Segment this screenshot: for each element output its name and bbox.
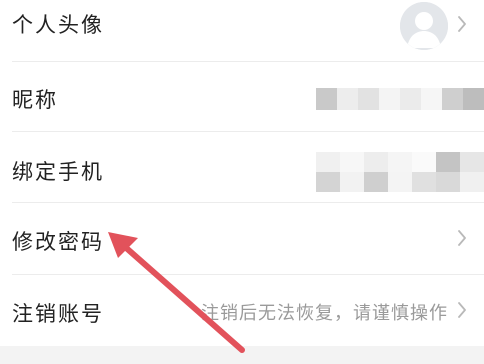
- settings-row-change-password[interactable]: 修改密码: [0, 203, 484, 273]
- delete-account-warning-text: 注销后无法恢复，请谨慎操作: [201, 303, 448, 324]
- settings-row-nickname[interactable]: 昵称: [0, 62, 484, 130]
- settings-row-avatar[interactable]: 个人头像: [0, 0, 484, 54]
- default-user-avatar-icon: [400, 2, 448, 50]
- settings-row-label: 昵称: [12, 88, 58, 112]
- phone-pixelated-value: [316, 152, 484, 192]
- settings-row-label: 个人头像: [12, 13, 104, 37]
- chevron-right-icon: [454, 298, 470, 322]
- settings-row-label: 注销账号: [12, 302, 104, 326]
- avatar: [400, 2, 448, 50]
- bottom-section-gap: [0, 346, 484, 364]
- chevron-right-icon: [454, 226, 470, 250]
- settings-row-label: 修改密码: [12, 230, 104, 254]
- settings-row-bind-phone[interactable]: 绑定手机: [0, 132, 484, 202]
- nickname-pixelated-value: [316, 88, 484, 110]
- settings-row-delete-account[interactable]: 注销账号 注销后无法恢复，请谨慎操作: [0, 275, 484, 345]
- chevron-right-icon: [454, 12, 470, 36]
- settings-row-label: 绑定手机: [12, 160, 104, 184]
